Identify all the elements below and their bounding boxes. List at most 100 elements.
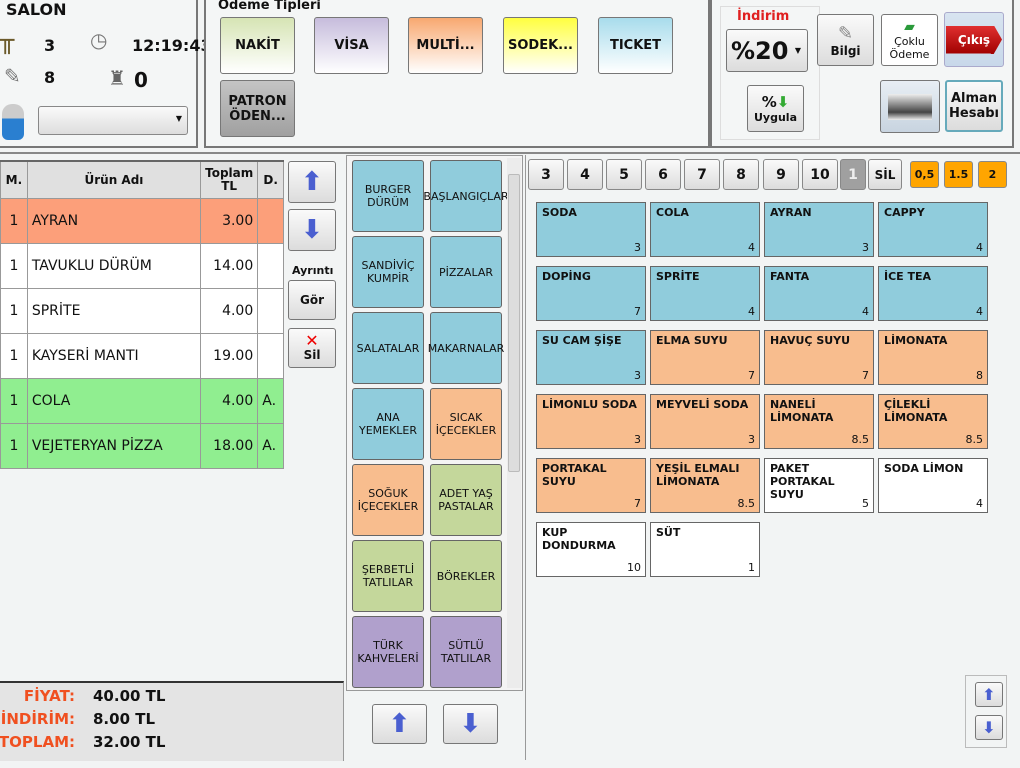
apply-discount-button[interactable]: %⬇ Uygula — [747, 85, 804, 132]
multi-payment-button[interactable]: ▰ Çoklu Ödeme — [881, 14, 938, 66]
fraction-button[interactable]: 0,5 — [910, 161, 939, 188]
salon-panel: SALON ╥ 3 ◷ 12:19:43 ✎ 8 ♜ 0 ▼ — [0, 0, 212, 148]
waiter-dropdown[interactable]: ▼ — [38, 106, 188, 135]
category-label: BAŞLANGIÇLAR — [423, 189, 509, 203]
category-button[interactable]: SALATALAR — [352, 312, 424, 384]
qty-button[interactable]: 9 — [763, 159, 799, 190]
product-button[interactable]: MEYVELİ SODA 3 — [650, 394, 760, 449]
product-button[interactable]: SPRİTE 4 — [650, 266, 760, 321]
payment-button[interactable]: VİSA — [314, 17, 389, 74]
qty-button[interactable]: 5 — [606, 159, 642, 190]
qty-button[interactable]: 8 — [723, 159, 759, 190]
order-row[interactable]: 1 SPRİTE 4.00 — [0, 287, 284, 334]
order-row[interactable]: 1 TAVUKLU DÜRÜM 14.00 — [0, 242, 284, 289]
payment-button[interactable]: TICKET — [598, 17, 673, 74]
order-row[interactable]: 1 AYRAN 3.00 — [0, 197, 284, 244]
product-down-button[interactable]: ⬇ — [975, 715, 1003, 740]
product-button[interactable]: KUP DONDURMA 10 — [536, 522, 646, 577]
chevron-down-icon: ▼ — [794, 46, 801, 55]
german-bill-button[interactable]: Alman Hesabı — [945, 80, 1003, 132]
fraction-button[interactable]: 1.5 — [944, 161, 973, 188]
category-label: SÜTLÜ TATLILAR — [440, 639, 492, 665]
product-up-button[interactable]: ⬆ — [975, 682, 1003, 707]
product-price: 3 — [634, 369, 641, 382]
product-button[interactable]: SODA 3 — [536, 202, 646, 257]
qty-button[interactable]: 1 — [840, 159, 866, 190]
category-button[interactable]: ŞERBETLİ TATLILAR — [352, 540, 424, 612]
category-button[interactable]: PİZZALAR — [430, 236, 502, 308]
delete-qty-button[interactable]: SİL — [868, 159, 902, 190]
product-button[interactable]: YEŞİL ELMALI LİMONATA 8.5 — [650, 458, 760, 513]
scrollbar-thumb[interactable] — [508, 174, 520, 472]
category-button[interactable]: SÜTLÜ TATLILAR — [430, 616, 502, 688]
product-button[interactable]: AYRAN 3 — [764, 202, 874, 257]
order-qty: 1 — [0, 377, 28, 424]
product-button[interactable]: DOPİNG 7 — [536, 266, 646, 321]
qty-button[interactable]: 3 — [528, 159, 564, 190]
category-up-button[interactable]: ⬆ — [372, 704, 427, 744]
qty-button[interactable]: 4 — [567, 159, 603, 190]
product-button[interactable]: ÇİLEKLİ LİMONATA 8.5 — [878, 394, 988, 449]
product-name: KUP DONDURMA — [542, 526, 616, 552]
info-button[interactable]: ✎ Bilgi — [817, 14, 874, 66]
product-button[interactable]: PORTAKAL SUYU 7 — [536, 458, 646, 513]
product-button[interactable]: COLA 4 — [650, 202, 760, 257]
category-button[interactable]: TÜRK KAHVELERİ — [352, 616, 424, 688]
category-button[interactable]: SOĞUK İÇECEKLER — [352, 464, 424, 536]
discount-dropdown[interactable]: %20 ▼ — [726, 29, 808, 72]
product-price: 4 — [748, 305, 755, 318]
view-button[interactable]: Gör — [288, 280, 336, 320]
product-name: ÇİLEKLİ LİMONATA — [884, 398, 948, 424]
scroll-down-button[interactable]: ⬇ — [288, 209, 336, 251]
category-label: ŞERBETLİ TATLILAR — [361, 563, 415, 589]
product-name: LİMONATA — [884, 334, 948, 347]
payment-button[interactable]: MULTİ... — [408, 17, 483, 74]
category-button[interactable]: ADET YAŞ PASTALAR — [430, 464, 502, 536]
product-button[interactable]: LİMONATA 8 — [878, 330, 988, 385]
category-button[interactable]: BÖREKLER — [430, 540, 502, 612]
product-name: SU CAM ŞİŞE — [542, 334, 622, 347]
printer-button[interactable] — [880, 80, 940, 133]
product-price: 8.5 — [965, 433, 984, 446]
payment-button[interactable]: SODEK... — [503, 17, 578, 74]
payment-label: NAKİT — [235, 38, 280, 53]
fraction-button[interactable]: 2 — [978, 161, 1007, 188]
scroll-up-button[interactable]: ⬆ — [288, 161, 336, 203]
payment-button[interactable]: NAKİT — [220, 17, 295, 74]
category-button[interactable]: ANA YEMEKLER — [352, 388, 424, 460]
product-button[interactable]: FANTA 4 — [764, 266, 874, 321]
qty-button[interactable]: 6 — [645, 159, 681, 190]
product-name: COLA — [656, 206, 689, 219]
product-button[interactable]: SU CAM ŞİŞE 3 — [536, 330, 646, 385]
order-discount-flag — [257, 287, 284, 334]
category-scrollbar[interactable] — [507, 158, 521, 688]
order-row[interactable]: 1 KAYSERİ MANTI 19.00 — [0, 332, 284, 379]
qty-button[interactable]: 10 — [802, 159, 838, 190]
product-button[interactable]: İCE TEA 4 — [878, 266, 988, 321]
category-button[interactable]: MAKARNALAR — [428, 312, 504, 384]
product-button[interactable]: ELMA SUYU 7 — [650, 330, 760, 385]
payment-button[interactable]: PATRON ÖDEN... — [220, 80, 295, 137]
discount-label: İNDİRİM: — [0, 710, 75, 728]
exit-button[interactable]: Çıkış — [944, 12, 1004, 67]
product-button[interactable]: PAKET PORTAKAL SUYU 5 — [764, 458, 874, 513]
category-button[interactable]: SANDİVİÇ KUMPİR — [352, 236, 424, 308]
order-row[interactable]: 1 VEJETERYAN PİZZA 18.00 A. — [0, 422, 284, 469]
product-button[interactable]: HAVUÇ SUYU 7 — [764, 330, 874, 385]
product-button[interactable]: CAPPY 4 — [878, 202, 988, 257]
qty-button[interactable]: 7 — [684, 159, 720, 190]
product-button[interactable]: SODA LİMON 4 — [878, 458, 988, 513]
category-button[interactable]: BURGER DÜRÜM — [352, 160, 424, 232]
product-button[interactable]: SÜT 1 — [650, 522, 760, 577]
category-button[interactable]: BAŞLANGIÇLAR — [423, 160, 509, 232]
product-name: SÜT — [656, 526, 681, 539]
order-row[interactable]: 1 COLA 4.00 A. — [0, 377, 284, 424]
qty-label: 4 — [580, 166, 590, 183]
delete-button[interactable]: ✕ Sil — [288, 328, 336, 368]
exit-arrow-icon: Çıkış — [946, 25, 1002, 54]
order-table: M. Ürün Adı Toplam TL D. 1 AYRAN 3.00 1 TAVU… — [0, 160, 284, 469]
product-button[interactable]: NANELİ LİMONATA 8.5 — [764, 394, 874, 449]
category-down-button[interactable]: ⬇ — [443, 704, 498, 744]
category-button[interactable]: SICAK İÇECEKLER — [430, 388, 502, 460]
product-button[interactable]: LİMONLU SODA 3 — [536, 394, 646, 449]
